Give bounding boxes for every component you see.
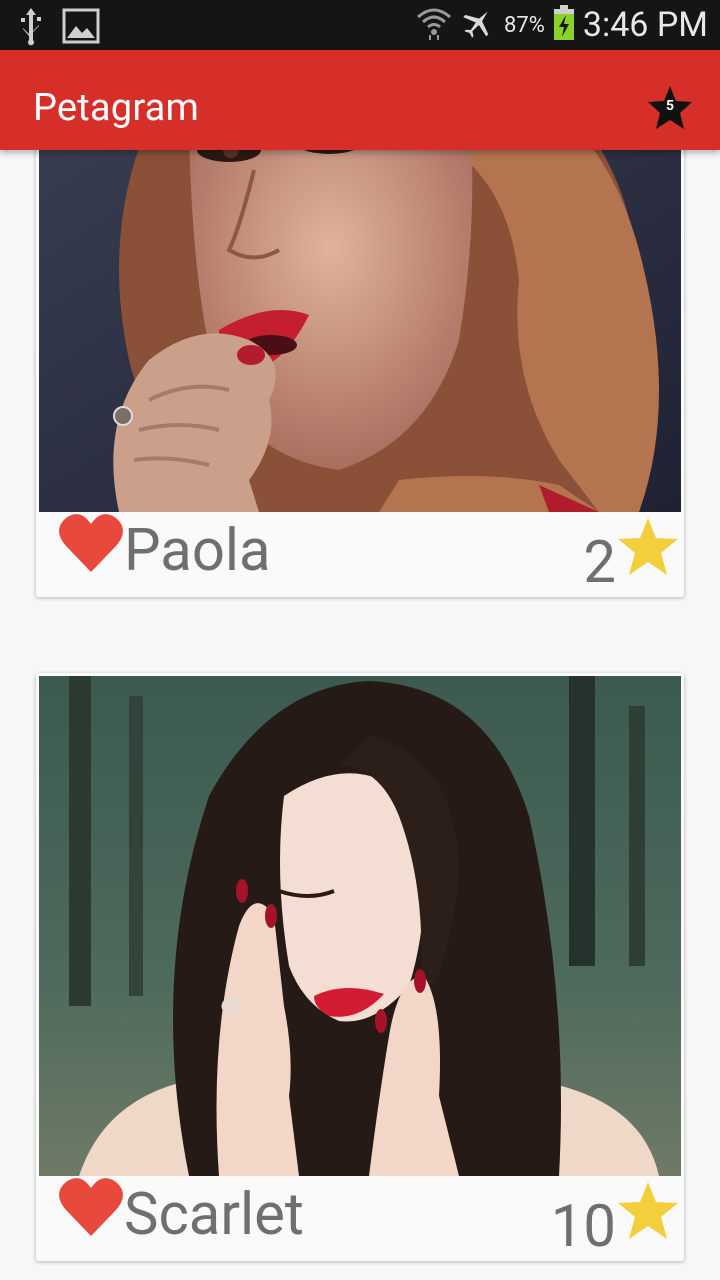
wifi-icon bbox=[416, 5, 452, 45]
battery-percent: 87% bbox=[504, 12, 545, 38]
app-bar: Petagram 5 bbox=[0, 50, 720, 150]
heart-icon[interactable] bbox=[58, 1176, 124, 1238]
pet-card[interactable]: Paola 2 bbox=[36, 100, 684, 597]
pet-rating: 2 bbox=[583, 529, 616, 597]
pet-photo[interactable] bbox=[39, 100, 681, 512]
airplane-icon bbox=[460, 6, 496, 44]
favorites-count: 5 bbox=[665, 98, 675, 114]
pet-card-footer: Scarlet 10 bbox=[36, 1176, 684, 1261]
status-bar: 87% 3:46 PM bbox=[0, 0, 720, 50]
image-notification-icon bbox=[62, 8, 100, 48]
battery-charging-icon bbox=[553, 5, 575, 45]
star-icon bbox=[618, 1182, 678, 1239]
app-title: Petagram bbox=[33, 86, 200, 130]
heart-icon[interactable] bbox=[58, 512, 124, 574]
pet-name: Paola bbox=[124, 517, 271, 585]
pet-rating: 10 bbox=[550, 1193, 616, 1261]
star-icon bbox=[618, 518, 678, 575]
favorites-button[interactable]: 5 bbox=[646, 84, 694, 132]
pet-card-footer: Paola 2 bbox=[36, 512, 684, 597]
pet-name: Scarlet bbox=[124, 1181, 304, 1249]
pet-photo[interactable] bbox=[39, 676, 681, 1176]
usb-icon bbox=[18, 6, 44, 50]
pet-card[interactable]: Scarlet 10 bbox=[36, 673, 684, 1261]
clock: 3:46 PM bbox=[582, 5, 708, 45]
